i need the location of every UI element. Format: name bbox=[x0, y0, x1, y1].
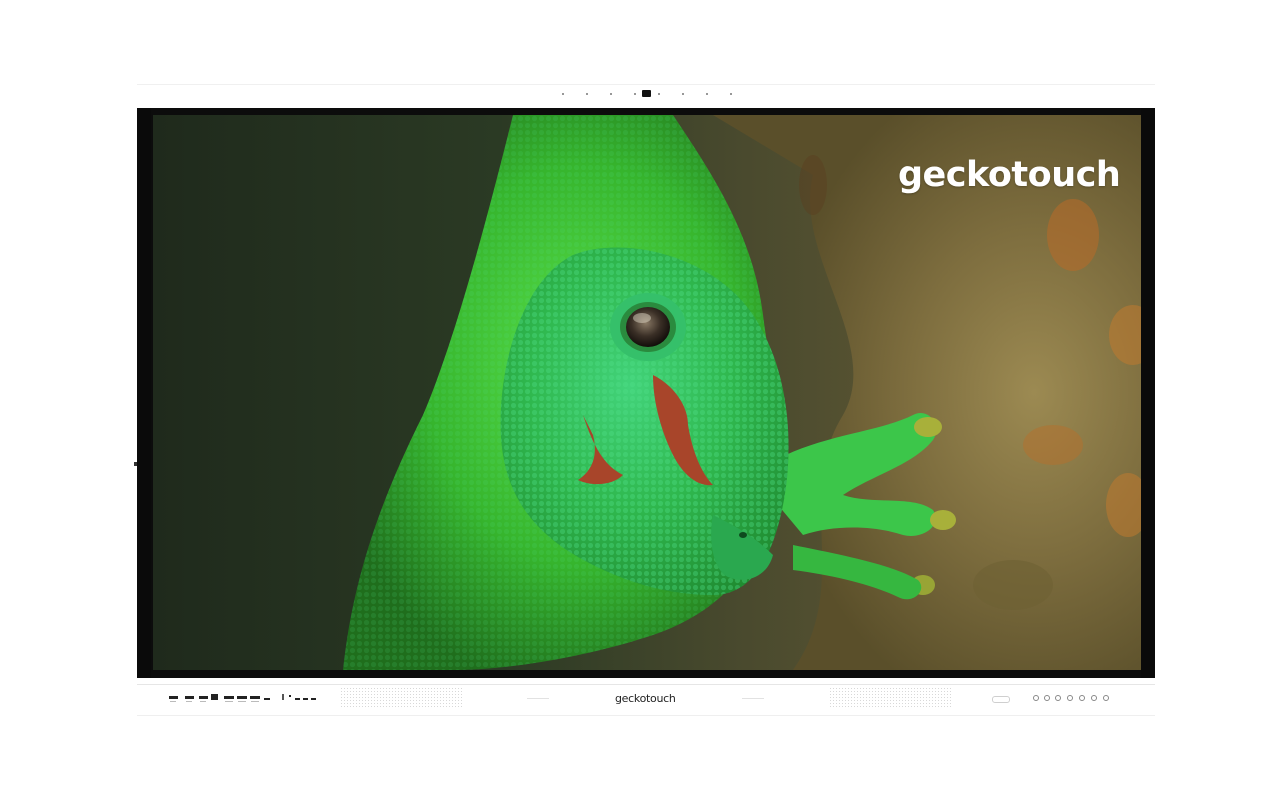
port-label bbox=[251, 701, 259, 702]
port-label bbox=[200, 701, 206, 702]
port-slot[interactable] bbox=[311, 698, 316, 700]
settings-icon[interactable] bbox=[1079, 695, 1085, 701]
top-bezel bbox=[137, 84, 1155, 110]
faint-label bbox=[527, 698, 549, 699]
screen-brand-logo: geckotouch bbox=[898, 155, 1121, 195]
usb-port-icon[interactable] bbox=[185, 696, 194, 699]
usb-port-icon[interactable] bbox=[199, 696, 208, 699]
port-slot[interactable] bbox=[303, 698, 308, 700]
gecko-photo bbox=[153, 115, 1141, 670]
input-icon[interactable] bbox=[1067, 695, 1073, 701]
port-label bbox=[238, 701, 246, 702]
screen-frame: geckotouch bbox=[137, 108, 1155, 678]
bottom-bezel: geckotouch bbox=[137, 684, 1155, 716]
speaker-grille-left bbox=[340, 687, 462, 709]
back-icon[interactable] bbox=[1091, 695, 1097, 701]
camera-icon bbox=[642, 90, 651, 97]
sensor-dot bbox=[730, 93, 732, 95]
volume-down-icon[interactable] bbox=[1044, 695, 1050, 701]
port-label bbox=[225, 701, 233, 702]
right-frame bbox=[1141, 108, 1155, 678]
hdmi-port-icon[interactable] bbox=[211, 694, 218, 700]
interactive-display: geckotouch geckotouch bbox=[137, 84, 1155, 716]
bezel-brand-logo: geckotouch bbox=[615, 692, 676, 705]
sensor-dot bbox=[634, 93, 636, 95]
port-slot[interactable] bbox=[295, 698, 300, 700]
sensor-dot bbox=[610, 93, 612, 95]
indicator-dot bbox=[289, 695, 291, 697]
usb-port-icon[interactable] bbox=[169, 696, 178, 699]
port-label bbox=[170, 701, 176, 702]
home-icon[interactable] bbox=[1103, 695, 1109, 701]
sensor-dot bbox=[658, 93, 660, 95]
sensor-dot bbox=[706, 93, 708, 95]
display-screen[interactable]: geckotouch bbox=[153, 115, 1141, 670]
usb-c-port-icon[interactable] bbox=[250, 696, 260, 699]
sensor-dot bbox=[586, 93, 588, 95]
ambient-light-sensor bbox=[992, 696, 1010, 703]
sensor-dot bbox=[682, 93, 684, 95]
usb-c-port-icon[interactable] bbox=[224, 696, 234, 699]
power-icon[interactable] bbox=[1033, 695, 1039, 701]
divider bbox=[282, 694, 284, 700]
faint-label bbox=[742, 698, 764, 699]
left-frame bbox=[137, 108, 151, 678]
volume-up-icon[interactable] bbox=[1055, 695, 1061, 701]
audio-port-icon[interactable] bbox=[264, 698, 270, 700]
usb-c-port-icon[interactable] bbox=[237, 696, 247, 699]
port-label bbox=[186, 701, 192, 702]
speaker-grille-right bbox=[829, 687, 951, 709]
sensor-dot bbox=[562, 93, 564, 95]
